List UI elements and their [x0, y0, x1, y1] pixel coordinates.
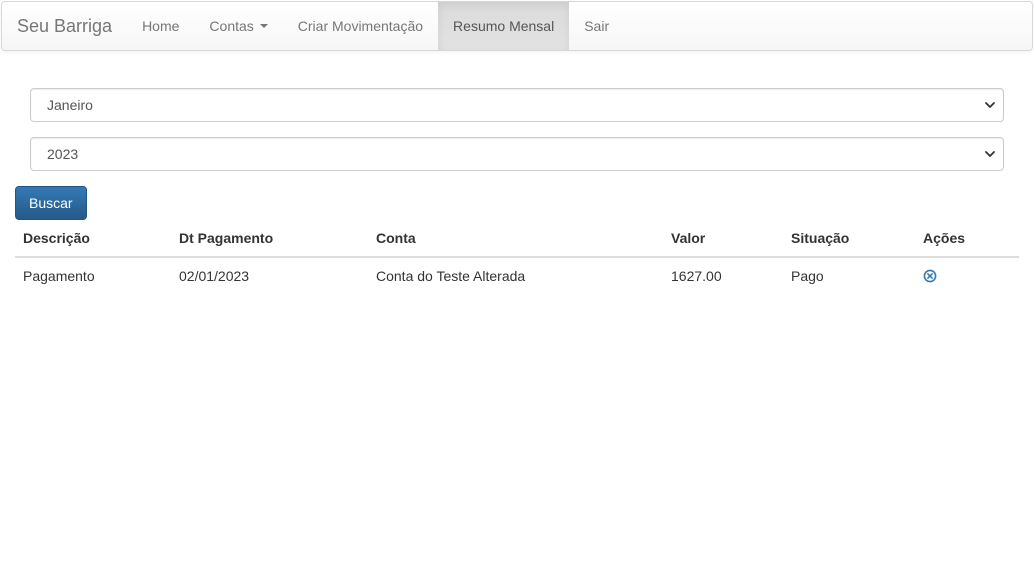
year-select[interactable]: 2023: [30, 137, 1004, 171]
search-button[interactable]: Buscar: [15, 186, 87, 220]
chevron-down-icon: [985, 102, 995, 108]
month-select-group: Janeiro: [30, 88, 1004, 122]
nav-item-criar-movimentacao-label: Criar Movimentação: [297, 18, 424, 34]
table-header-row: Descrição Dt Pagamento Conta Valor Situa…: [15, 220, 1019, 258]
navbar: Seu Barriga Home Contas Criar Movimentaç…: [1, 1, 1033, 51]
cell-conta: Conta do Teste Alterada: [376, 268, 526, 284]
monthly-summary-table: Descrição Dt Pagamento Conta Valor Situa…: [15, 220, 1019, 294]
remove-circle-icon[interactable]: [923, 269, 937, 283]
chevron-down-icon: [985, 151, 995, 157]
column-header-conta: Conta: [368, 220, 663, 258]
cell-valor: 1627.00: [671, 268, 722, 284]
column-header-dt-pagamento: Dt Pagamento: [171, 220, 368, 258]
nav-item-contas-label: Contas: [209, 18, 254, 34]
cell-situacao: Pago: [791, 268, 824, 284]
year-select-value: 2023: [47, 146, 79, 162]
cell-descricao: Pagamento: [23, 268, 95, 284]
month-select-value: Janeiro: [47, 97, 93, 113]
column-header-situacao: Situação: [783, 220, 915, 258]
cell-dt-pagamento: 02/01/2023: [179, 268, 250, 284]
nav-item-sair[interactable]: Sair: [569, 2, 624, 50]
table-body: Pagamento 02/01/2023 Conta do Teste Alte…: [15, 257, 1019, 294]
nav-item-resumo-mensal[interactable]: Resumo Mensal: [438, 2, 570, 50]
table-header: Descrição Dt Pagamento Conta Valor Situa…: [15, 220, 1019, 258]
brand-link[interactable]: Seu Barriga: [2, 2, 127, 50]
nav-item-resumo-mensal-label: Resumo Mensal: [453, 18, 555, 34]
cell-acoes: [915, 257, 1019, 294]
column-header-descricao: Descrição: [15, 220, 171, 258]
nav-item-criar-movimentacao[interactable]: Criar Movimentação: [283, 2, 438, 50]
year-select-group: 2023: [30, 137, 1004, 171]
column-header-acoes: Ações: [915, 220, 1019, 258]
nav-item-contas[interactable]: Contas: [194, 2, 282, 50]
month-select[interactable]: Janeiro: [30, 88, 1004, 122]
nav-item-home[interactable]: Home: [127, 2, 194, 50]
caret-down-icon: [259, 24, 268, 28]
table-row: Pagamento 02/01/2023 Conta do Teste Alte…: [15, 257, 1019, 294]
nav-item-sair-label: Sair: [584, 18, 610, 34]
nav-menu: Home Contas Criar Movimentação Resumo Me…: [127, 2, 624, 50]
nav-item-home-label: Home: [142, 18, 180, 34]
column-header-valor: Valor: [663, 220, 783, 258]
